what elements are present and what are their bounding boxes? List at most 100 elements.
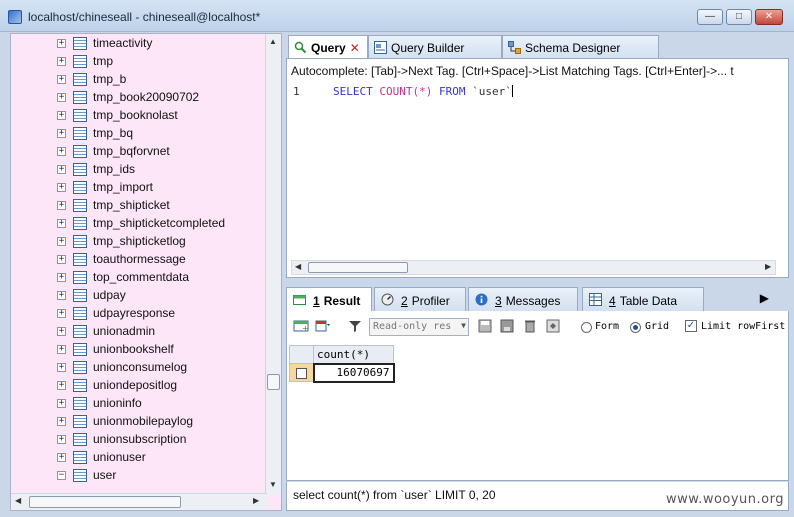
scroll-right-icon[interactable]: ▶	[765, 262, 771, 271]
tree-item[interactable]: + unionmobilepaylog	[11, 413, 267, 431]
expand-icon[interactable]: +	[57, 291, 66, 300]
query-editor[interactable]: Autocomplete: [Tab]->Next Tag. [Ctrl+Spa…	[286, 58, 789, 278]
expand-icon[interactable]: +	[57, 57, 66, 66]
expand-icon[interactable]: +	[57, 183, 66, 192]
tab-messages[interactable]: 3 Messages	[468, 287, 578, 311]
tree-item[interactable]: + unionadmin	[11, 323, 267, 341]
expand-icon[interactable]: +	[57, 363, 66, 372]
filter-icon[interactable]	[347, 319, 363, 333]
expand-icon[interactable]: +	[57, 345, 66, 354]
expand-icon[interactable]: +	[57, 327, 66, 336]
scroll-left-icon[interactable]: ◀	[295, 262, 301, 271]
trash-icon[interactable]	[522, 319, 538, 333]
tree-item[interactable]: + unionuser	[11, 449, 267, 467]
grid-corner[interactable]	[289, 345, 314, 364]
column-header-count[interactable]: count(*)	[313, 345, 394, 364]
table-row[interactable]: 16070697	[289, 362, 395, 383]
tree-item[interactable]: + tmp_shipticketcompleted	[11, 215, 267, 233]
tree-item[interactable]: + unioninfo	[11, 395, 267, 413]
expand-icon[interactable]: +	[57, 201, 66, 210]
grid-cell-count[interactable]: 16070697	[312, 362, 395, 383]
tree-item[interactable]: + top_commentdata	[11, 269, 267, 287]
object-browser-tree[interactable]: + timeactivity + tmp + tmp_b + tmp_book20090702…	[10, 33, 282, 511]
row-checkbox[interactable]	[295, 367, 307, 379]
tree-item[interactable]: + timeactivity	[11, 35, 267, 53]
editor-horizontal-scrollbar[interactable]: ◀ ▶	[291, 260, 776, 275]
save-changes-icon[interactable]	[477, 319, 493, 333]
editor-hscroll-thumb[interactable]	[308, 262, 408, 273]
expand-icon[interactable]: +	[57, 165, 66, 174]
query-tab-strip: Query ✕ Query Builder Schema Designer	[286, 33, 789, 60]
tab-query-builder[interactable]: Query Builder	[368, 35, 502, 59]
tree-item[interactable]: + udpay	[11, 287, 267, 305]
tree-item[interactable]: + unionbookshelf	[11, 341, 267, 359]
limit-rows-checkbox[interactable]: ✓	[685, 320, 697, 332]
expand-icon[interactable]: +	[57, 435, 66, 444]
tab-profiler[interactable]: 2 Profiler	[374, 287, 466, 311]
add-row-icon[interactable]: +	[293, 319, 309, 333]
expand-icon[interactable]: +	[57, 309, 66, 318]
tab-query[interactable]: Query ✕	[288, 35, 368, 60]
more-tabs-arrow-icon[interactable]: ▶	[760, 291, 769, 305]
tab-result[interactable]: 1 Result	[286, 287, 372, 312]
collapse-icon[interactable]: −	[57, 471, 66, 480]
row-select-cell[interactable]	[289, 363, 314, 382]
tree-item[interactable]: + unionconsumelog	[11, 359, 267, 377]
tab-table-data[interactable]: 4 Table Data	[582, 287, 704, 311]
expand-icon[interactable]: +	[57, 129, 66, 138]
tree-item[interactable]: + tmp_shipticket	[11, 197, 267, 215]
export-icon[interactable]	[315, 319, 331, 333]
expand-icon[interactable]: +	[57, 273, 66, 282]
close-button[interactable]: ✕	[755, 9, 783, 25]
scroll-up-icon[interactable]: ▲	[269, 37, 277, 46]
tree-item[interactable]: + tmp_bq	[11, 125, 267, 143]
scroll-right-icon[interactable]: ▶	[253, 496, 259, 505]
tab-schema-designer[interactable]: Schema Designer	[502, 35, 659, 59]
tree-vscroll-thumb[interactable]	[267, 374, 280, 390]
maximize-button[interactable]: □	[726, 9, 752, 25]
expand-icon[interactable]: +	[57, 237, 66, 246]
expand-icon[interactable]: +	[57, 255, 66, 264]
tree-item[interactable]: + uniondepositlog	[11, 377, 267, 395]
form-view-radio[interactable]	[581, 322, 592, 333]
tree-item[interactable]: + tmp	[11, 53, 267, 71]
sql-text[interactable]: SELECT COUNT(*) FROM `user`	[333, 85, 513, 98]
result-mode-select[interactable]: Read-only res ▼	[369, 318, 469, 336]
tree-item[interactable]: + udpayresponse	[11, 305, 267, 323]
expand-icon[interactable]: +	[57, 453, 66, 462]
tree-item[interactable]: + toauthormessage	[11, 251, 267, 269]
tree-item[interactable]: + tmp_book20090702	[11, 89, 267, 107]
tree-item[interactable]: + tmp_bqforvnet	[11, 143, 267, 161]
disk-icon[interactable]	[499, 319, 515, 333]
expand-icon[interactable]: +	[57, 39, 66, 48]
expand-icon[interactable]: +	[57, 219, 66, 228]
sql-keyword-from: FROM	[438, 85, 473, 98]
result-grid-area[interactable]: count(*) 16070697	[286, 343, 789, 481]
tree-item[interactable]: + tmp_booknolast	[11, 107, 267, 125]
tree-hscroll-thumb[interactable]	[29, 496, 181, 508]
grid-view-radio[interactable]	[630, 322, 641, 333]
minimize-button[interactable]: —	[697, 9, 723, 25]
expand-icon[interactable]: +	[57, 75, 66, 84]
expand-icon[interactable]: +	[57, 381, 66, 390]
expand-icon[interactable]: +	[57, 93, 66, 102]
expand-icon[interactable]: +	[57, 399, 66, 408]
scroll-left-icon[interactable]: ◀	[15, 496, 21, 505]
tree-item[interactable]: + tmp_ids	[11, 161, 267, 179]
expand-icon[interactable]: +	[57, 111, 66, 120]
result-icon	[293, 293, 306, 306]
tree-horizontal-scrollbar[interactable]: ◀ ▶	[11, 493, 267, 510]
refresh-grid-icon[interactable]	[545, 319, 561, 333]
tree-vertical-scrollbar[interactable]: ▲ ▼	[265, 34, 281, 494]
close-tab-icon[interactable]: ✕	[350, 41, 360, 55]
scroll-down-icon[interactable]: ▼	[269, 480, 277, 489]
tree-item-label: user	[93, 468, 117, 482]
tree-item[interactable]: − user	[11, 467, 267, 485]
tree-item[interactable]: + unionsubscription	[11, 431, 267, 449]
tree-item[interactable]: + tmp_import	[11, 179, 267, 197]
tree-item[interactable]: + tmp_shipticketlog	[11, 233, 267, 251]
expand-icon[interactable]: +	[57, 417, 66, 426]
expand-icon[interactable]: +	[57, 147, 66, 156]
tree-item[interactable]: + tmp_b	[11, 71, 267, 89]
result-grid[interactable]: count(*) 16070697	[289, 345, 395, 383]
